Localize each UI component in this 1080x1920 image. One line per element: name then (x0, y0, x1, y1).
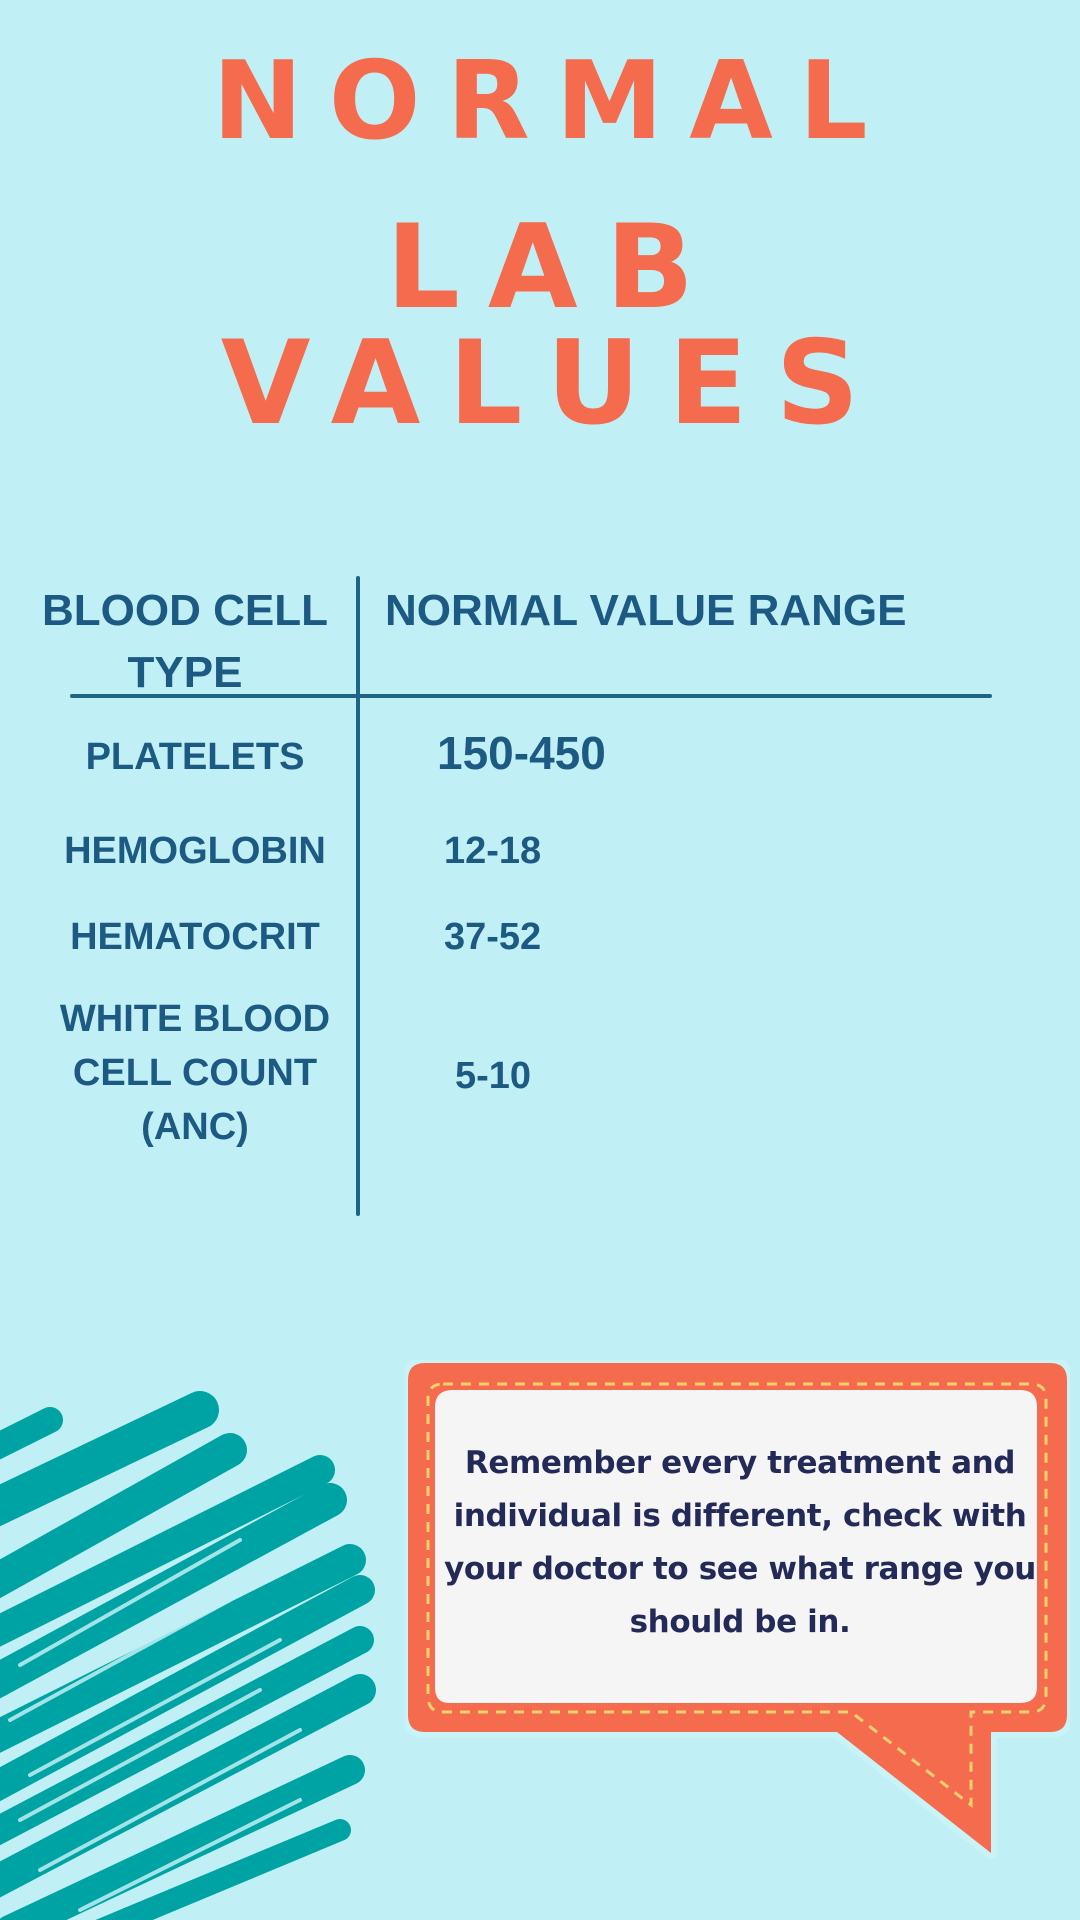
header-normal-value-range: NORMAL VALUE RANGE (385, 586, 907, 635)
decorative-scribble (0, 1391, 376, 1920)
title-line-2: LAB VALUES (220, 200, 888, 451)
lab-values-table: BLOOD CELL TYPE NORMAL VALUE RANGE PLATE… (0, 560, 1080, 1240)
header-blood-cell-type: BLOOD CELL TYPE (42, 586, 328, 697)
row-wbc-type: WHITE BLOOD CELL COUNT (ANC) (59, 998, 331, 1148)
title-line-1: NORMAL (212, 39, 894, 164)
row-hematocrit-type: HEMATOCRIT (70, 916, 320, 958)
row-hemoglobin-type: HEMOGLOBIN (64, 830, 326, 872)
row-wbc-range: 5-10 (455, 1055, 532, 1097)
callout-text: Remember every treatment and individual … (444, 1445, 1036, 1640)
row-platelets-type: PLATELETS (85, 736, 305, 778)
row-platelets-range: 150-450 (437, 727, 606, 779)
row-hematocrit-range: 37-52 (444, 916, 542, 958)
table-vertical-divider (356, 576, 360, 1216)
row-hemoglobin-range: 12-18 (444, 830, 542, 872)
